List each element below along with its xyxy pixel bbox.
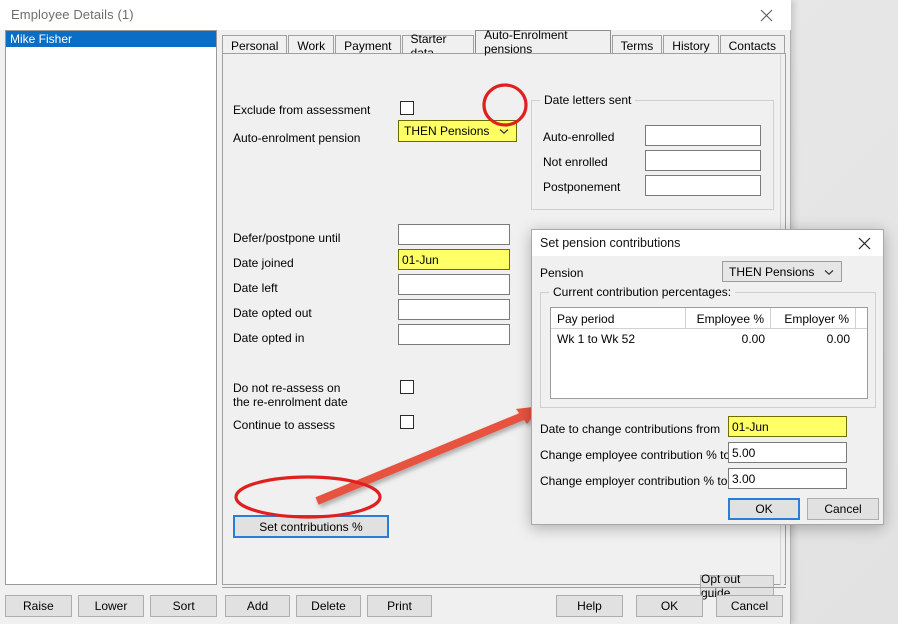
delete-button[interactable]: Delete [296, 595, 361, 617]
date-to-change-label: Date to change contributions from [540, 422, 721, 436]
list-action-buttons: Raise Lower Sort [5, 595, 218, 617]
list-item[interactable]: Mike Fisher [6, 31, 216, 47]
column-header-pay-period[interactable]: Pay period [551, 308, 686, 329]
continue-to-assess-checkbox[interactable] [400, 415, 414, 429]
ok-button[interactable]: OK [636, 595, 703, 617]
help-button[interactable]: Help [556, 595, 623, 617]
postponement-field[interactable] [645, 175, 761, 196]
tab-personal[interactable]: Personal [222, 35, 288, 55]
window-titlebar: Employee Details (1) [0, 0, 791, 30]
tab-payment[interactable]: Payment [335, 35, 401, 55]
tab-history[interactable]: History [663, 35, 719, 55]
date-opted-out-label: Date opted out [233, 306, 312, 320]
column-header-employee-pct[interactable]: Employee % [686, 308, 771, 329]
contributions-grid[interactable]: Pay period Employee % Employer % Wk 1 to… [550, 307, 868, 399]
not-enrolled-label: Not enrolled [543, 155, 608, 169]
postponement-label: Postponement [543, 180, 621, 194]
print-button[interactable]: Print [367, 595, 432, 617]
defer-postpone-until-label: Defer/postpone until [233, 231, 341, 245]
do-not-reassess-checkbox[interactable] [400, 380, 414, 394]
window-action-buttons: Add Delete Print Help OK Cancel [225, 595, 785, 617]
tab-contacts[interactable]: Contacts [719, 35, 785, 55]
date-left-label: Date left [233, 281, 278, 295]
table-row[interactable]: Wk 1 to Wk 52 0.00 0.00 [551, 329, 867, 348]
current-contribution-percentages-title: Current contribution percentages: [549, 285, 736, 299]
sort-button[interactable]: Sort [150, 595, 218, 617]
date-joined-label: Date joined [233, 256, 294, 270]
grid-header-row: Pay period Employee % Employer % [551, 308, 867, 329]
date-to-change-field[interactable] [728, 416, 847, 437]
lower-button[interactable]: Lower [77, 595, 145, 617]
date-letters-sent-title: Date letters sent [540, 93, 636, 107]
change-employer-pct-label: Change employer contribution % to [540, 474, 728, 488]
cell-employer-pct: 0.00 [826, 331, 850, 346]
auto-enrolment-pension-dropdown[interactable]: THEN Pensions [398, 120, 517, 142]
tabstrip: Personal Work Payment Starter data Auto-… [222, 28, 786, 60]
date-opted-in-label: Date opted in [233, 331, 305, 345]
screen: Employee Details (1) Mike Fisher Raise L… [0, 0, 898, 624]
close-icon[interactable] [747, 2, 785, 28]
exclude-from-assessment-label: Exclude from assessment [233, 103, 371, 117]
date-opted-out-field[interactable] [398, 299, 510, 320]
continue-to-assess-label: Continue to assess [233, 418, 336, 432]
add-button[interactable]: Add [225, 595, 290, 617]
change-employee-pct-label: Change employee contribution % to [540, 448, 731, 462]
dialog-titlebar: Set pension contributions [532, 230, 883, 256]
page-title: Employee Details (1) [11, 7, 134, 22]
current-contribution-percentages-groupbox: Current contribution percentages: Pay pe… [540, 285, 876, 408]
dialog-ok-button[interactable]: OK [728, 498, 800, 520]
not-enrolled-field[interactable] [645, 150, 761, 171]
date-left-field[interactable] [398, 274, 510, 295]
cell-employee-pct: 0.00 [741, 331, 765, 346]
employee-listbox[interactable]: Mike Fisher [5, 30, 217, 585]
date-joined-field[interactable] [398, 249, 510, 270]
dialog-pension-value: THEN Pensions [729, 264, 815, 279]
change-employer-pct-field[interactable] [728, 468, 847, 489]
do-not-reassess-label: Do not re-assess on the re-enrolment dat… [233, 381, 348, 409]
employee-name: Mike Fisher [10, 32, 73, 46]
dialog-pension-label: Pension [540, 266, 584, 280]
cell-pay-period: Wk 1 to Wk 52 [557, 331, 636, 346]
chevron-down-icon [823, 266, 835, 278]
tab-work[interactable]: Work [288, 35, 335, 55]
auto-enrolled-field[interactable] [645, 125, 761, 146]
auto-enrolled-label: Auto-enrolled [543, 130, 615, 144]
tab-auto-enrolment-pensions[interactable]: Auto-Enrolment pensions [475, 28, 611, 56]
column-header-employer-pct[interactable]: Employer % [771, 308, 856, 329]
auto-enrolment-pension-label: Auto-enrolment pension [233, 131, 361, 145]
exclude-from-assessment-checkbox[interactable] [400, 101, 414, 115]
auto-enrolment-pension-value: THEN Pensions [404, 124, 490, 138]
set-contributions-button[interactable]: Set contributions % [233, 515, 389, 538]
dialog-cancel-button[interactable]: Cancel [807, 498, 879, 520]
change-employee-pct-field[interactable] [728, 442, 847, 463]
date-letters-sent-groupbox: Date letters sent Auto-enrolled Not enro… [531, 93, 774, 210]
date-opted-in-field[interactable] [398, 324, 510, 345]
opt-out-guide-button[interactable]: Opt out guide [700, 572, 774, 600]
tab-terms[interactable]: Terms [611, 35, 663, 55]
cancel-button[interactable]: Cancel [716, 595, 783, 617]
dialog-pension-dropdown[interactable]: THEN Pensions [722, 261, 842, 282]
raise-button[interactable]: Raise [5, 595, 72, 617]
chevron-down-icon [498, 125, 510, 137]
defer-postpone-until-field[interactable] [398, 224, 510, 245]
close-icon[interactable] [849, 232, 879, 254]
dialog-title: Set pension contributions [540, 236, 681, 250]
set-pension-contributions-dialog: Set pension contributions Pension THEN P… [531, 229, 884, 525]
bottom-separator [222, 587, 786, 588]
tab-starter-data[interactable]: Starter data [401, 32, 475, 60]
